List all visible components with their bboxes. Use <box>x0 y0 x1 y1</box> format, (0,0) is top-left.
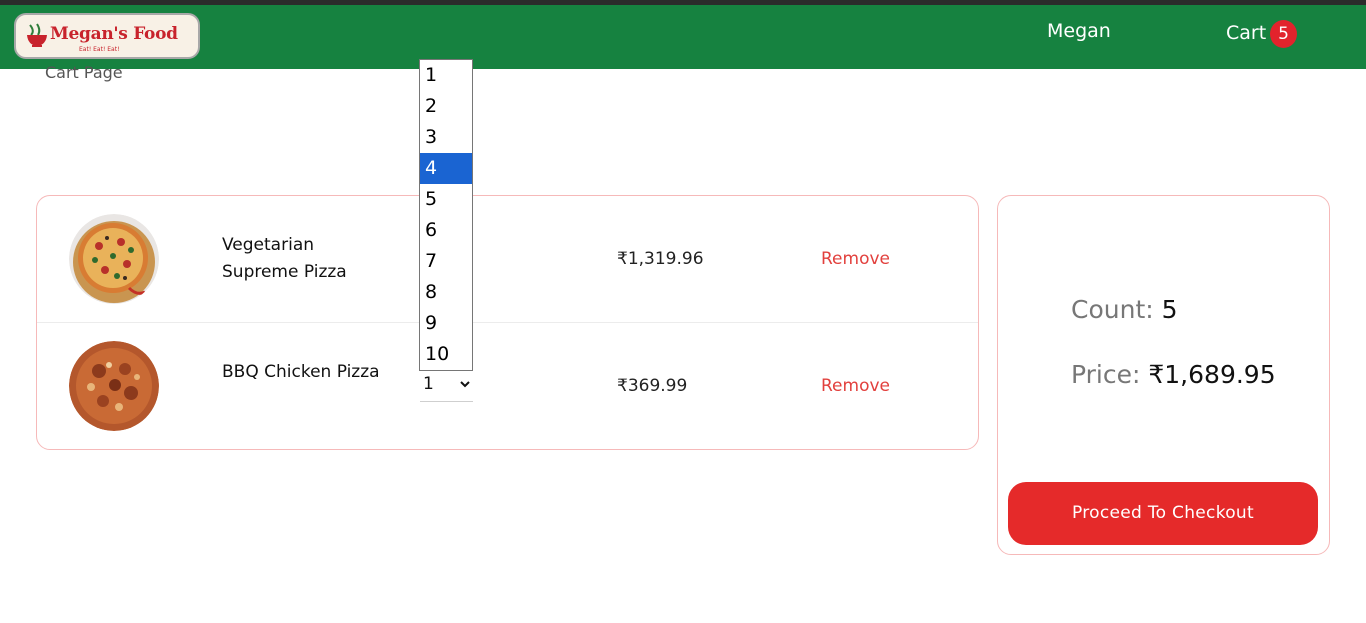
dropdown-option[interactable]: 3 <box>420 122 472 153</box>
summary-count: Count: 5 <box>1071 295 1178 324</box>
quantity-dropdown-list[interactable]: 1 2 3 4 5 6 7 8 9 10 <box>419 59 473 371</box>
dropdown-option-highlighted[interactable]: 4 <box>420 153 472 184</box>
cart-item-price: ₹369.99 <box>617 376 688 396</box>
remove-button[interactable]: Remove <box>821 376 890 396</box>
cart-item-price: ₹1,319.96 <box>617 249 704 269</box>
cart-item-name: Vegetarian Supreme Pizza <box>222 235 347 282</box>
quantity-value: 1 <box>423 374 434 394</box>
quantity-select[interactable]: 1 <box>420 372 473 402</box>
dropdown-option[interactable]: 1 <box>420 60 472 91</box>
price-label: Price: <box>1071 360 1141 389</box>
proceed-to-checkout-button[interactable]: Proceed To Checkout <box>1008 482 1318 545</box>
dropdown-option[interactable]: 2 <box>420 91 472 122</box>
dropdown-option[interactable]: 7 <box>420 246 472 277</box>
dropdown-option[interactable]: 6 <box>420 215 472 246</box>
nav-cart-link[interactable]: Cart <box>1226 22 1266 44</box>
nav-user-link[interactable]: Megan <box>1047 20 1111 42</box>
price-value: ₹1,689.95 <box>1148 360 1276 389</box>
page-title: Cart Page <box>45 63 123 82</box>
dropdown-option[interactable]: 5 <box>420 184 472 215</box>
brand-tagline: Eat! Eat! Eat! <box>79 46 120 53</box>
vegetarian-pizza-image <box>69 214 159 304</box>
bbq-chicken-pizza-image <box>69 341 159 431</box>
summary-price: Price: ₹1,689.95 <box>1071 360 1276 389</box>
brand-name: Megan's Food <box>50 24 178 44</box>
dropdown-option[interactable]: 8 <box>420 277 472 308</box>
chevron-down-icon <box>460 381 470 388</box>
count-label: Count: <box>1071 295 1154 324</box>
cart-count-badge: 5 <box>1270 20 1297 48</box>
cart-item-name: BBQ Chicken Pizza <box>222 362 380 382</box>
row-divider <box>37 322 978 323</box>
bowl-icon <box>27 23 47 47</box>
header-bar: Megan's Food Eat! Eat! Eat! <box>0 5 1366 69</box>
dropdown-option[interactable]: 9 <box>420 308 472 339</box>
count-value: 5 <box>1161 295 1178 324</box>
remove-button[interactable]: Remove <box>821 249 890 269</box>
dropdown-option[interactable]: 10 <box>420 339 472 370</box>
brand-logo[interactable]: Megan's Food Eat! Eat! Eat! <box>14 13 200 59</box>
